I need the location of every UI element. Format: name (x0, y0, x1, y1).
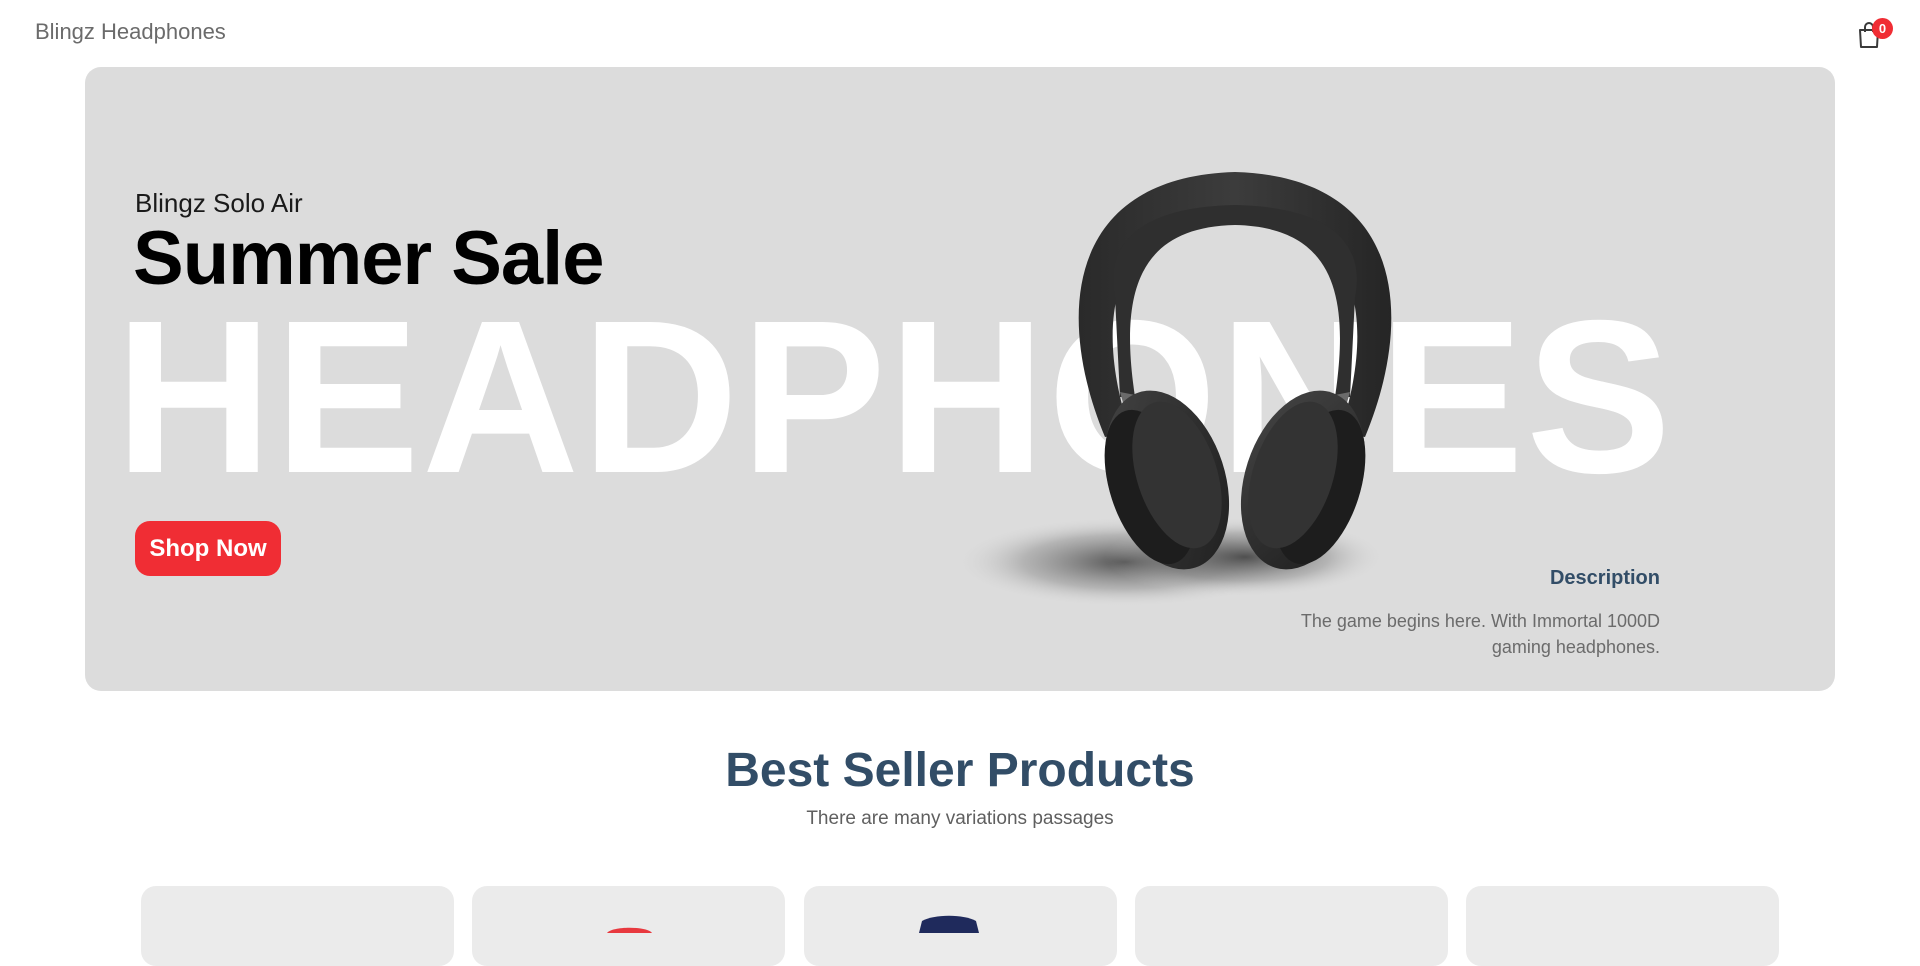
product-image-5 (1466, 886, 1779, 933)
description-text: The game begins here. With Immortal 1000… (1300, 611, 1660, 658)
product-card[interactable] (1466, 886, 1779, 966)
blue-headphones-image (919, 915, 979, 933)
section-title: Best Seller Products (725, 744, 1195, 797)
cart-button[interactable]: 0 (1853, 18, 1893, 52)
description-title: Description (1549, 567, 1660, 589)
shop-now-button[interactable]: Shop Now (135, 521, 281, 576)
hero-description: Description The game begins here. With I… (1240, 567, 1660, 660)
site-logo[interactable]: Blingz Headphones (35, 19, 226, 45)
navbar: Blingz Headphones 0 (0, 0, 1920, 66)
product-image-4 (1135, 886, 1448, 933)
hero-banner: Blingz Solo Air Summer Sale HEADPHONES S… (85, 67, 1835, 691)
cart-count-badge: 0 (1872, 18, 1893, 39)
section-subtitle: There are many variations passages (806, 807, 1114, 829)
product-list (141, 886, 1781, 966)
product-card[interactable] (1135, 886, 1448, 966)
product-card[interactable] (804, 886, 1117, 966)
hero-product-name: Blingz Solo Air (135, 188, 303, 218)
red-speaker-image (607, 927, 652, 933)
best-sellers-heading: Best Seller Products There are many vari… (0, 744, 1920, 830)
product-card[interactable] (141, 886, 454, 966)
product-image-1 (141, 886, 454, 933)
product-card[interactable] (472, 886, 785, 966)
